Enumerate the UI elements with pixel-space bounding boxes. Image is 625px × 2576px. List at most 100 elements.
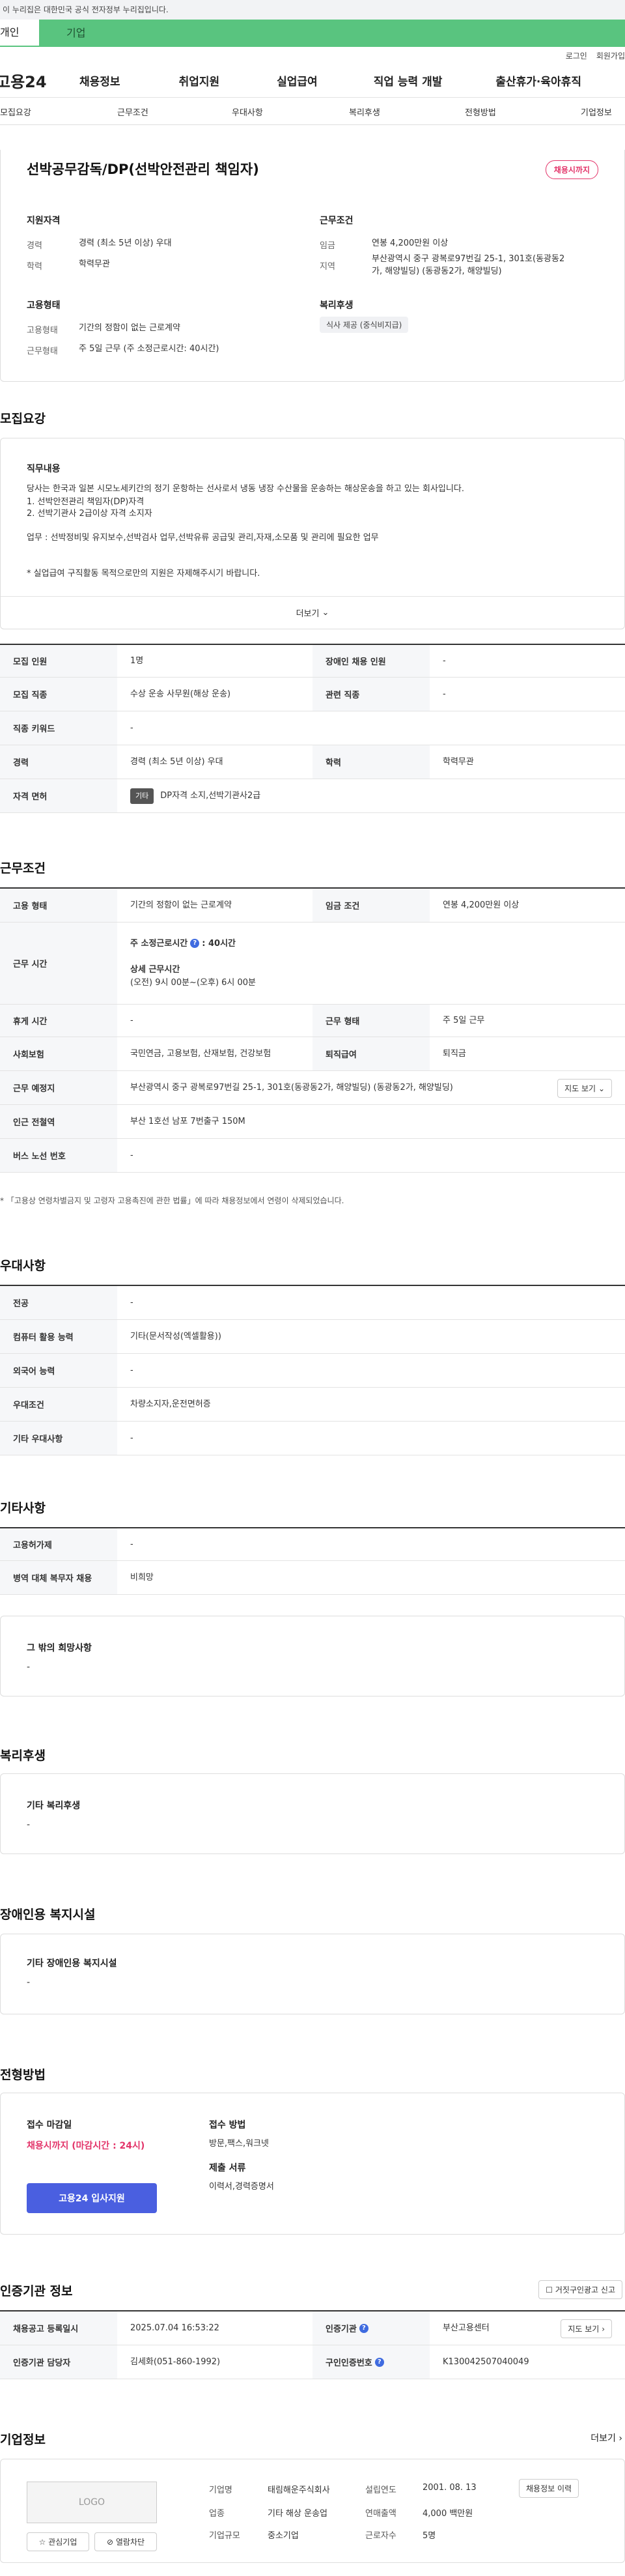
work-type-value: 주 5일 근무 (주 소정근로시간: 40시간) xyxy=(79,344,219,354)
other-wish-title: 그 밖의 희망사항 xyxy=(27,1643,92,1653)
region-label: 지역 xyxy=(320,262,335,272)
th-cert-no: 구인인증번호? xyxy=(312,2345,430,2379)
td-pref-etc: - xyxy=(130,1433,133,1443)
main-nav: 고용24 채용정보 취업지원 실업급여 직업 능력 개발 출산휴가·육아휴직 xyxy=(0,64,625,98)
gnb-item-training[interactable]: 직업 능력 개발 xyxy=(374,72,443,89)
table-row: 병역 대체 복무자 채용 비희망 xyxy=(0,1561,625,1595)
disabled-box-title: 기타 장애인용 복지시설 xyxy=(27,1958,117,1969)
fav-company-button[interactable]: ☆ 관심기업 xyxy=(27,2532,89,2551)
duty-more-button[interactable]: 더보기 ⌄ xyxy=(1,596,624,629)
table-row: 채용공고 등록일시 2025.07.04 16:53:22 인증기관? 부산고용… xyxy=(0,2311,625,2345)
th-subway: 인근 전철역 xyxy=(0,1105,117,1138)
td-license: 기타 DP자격 소지,선박기관사2급 xyxy=(117,779,625,812)
tab-process[interactable]: 전형방법 xyxy=(465,106,496,118)
duty-line-3: 2. 선박기관사 2급이상 자격 소지자 xyxy=(27,509,152,519)
th-job: 모집 직종 xyxy=(0,678,117,711)
table-row: 인근 전철역 부산 1호선 남포 7번출구 150M xyxy=(0,1105,625,1139)
td-job: 수상 운송 사무원(해상 운송) xyxy=(130,689,231,699)
td-insurance: 국민연금, 고용보험, 산재보험, 건강보험 xyxy=(130,1048,271,1059)
td-bus: - xyxy=(130,1150,133,1160)
top-links: 로그인 회원가입 xyxy=(0,47,625,64)
table-row: 경력 경력 (최소 5년 이상) 우대 학력 학력무관 xyxy=(0,745,625,779)
th-insurance: 사회보험 xyxy=(0,1037,117,1070)
tab-pref[interactable]: 우대사항 xyxy=(232,106,263,118)
duty-line-2: 1. 선박안전관리 책임자(DP)자격 xyxy=(27,497,145,507)
table-row: 고용 형태 기간의 정함이 없는 근로계약 임금 조건 연봉 4,200만원 이… xyxy=(0,889,625,923)
th-major: 전공 xyxy=(0,1286,117,1319)
welfare-box-value: - xyxy=(27,1820,31,1830)
company-heading: 기업정보 xyxy=(0,2433,46,2447)
company-logo: LOGO xyxy=(27,2482,157,2523)
login-link[interactable]: 로그인 xyxy=(566,50,587,61)
chevron-down-icon: ⌄ xyxy=(322,608,329,618)
docs-label: 제출 서류 xyxy=(209,2163,246,2173)
info-icon[interactable]: ? xyxy=(359,2323,368,2333)
gnb-item-benefit[interactable]: 실업급여 xyxy=(277,72,318,89)
report-button[interactable]: ☐ 거짓구인광고 신고 xyxy=(538,2280,622,2299)
other-wish-value: - xyxy=(27,1662,31,1672)
table-row: 직종 키워드 - xyxy=(0,711,625,745)
cert-heading: 인증기관 정보 xyxy=(0,2284,73,2298)
th-language: 외국어 능력 xyxy=(0,1354,117,1387)
tab-company[interactable]: 기업정보 xyxy=(581,106,612,118)
co-biz-value: 기타 해상 운송업 xyxy=(268,2509,327,2519)
tab-recruit[interactable]: 모집요강 xyxy=(0,106,31,118)
tab-work[interactable]: 근무조건 xyxy=(117,106,148,118)
work-type-label: 근무형태 xyxy=(27,347,58,356)
td-edu: 학력무관 xyxy=(443,756,474,767)
deadline-value: 채용시까지 (마감시간 : 24시) xyxy=(27,2141,145,2151)
table-row: 고용허가제 - xyxy=(0,1528,625,1561)
td-manager: 김세화(051-860-1992) xyxy=(130,2356,221,2367)
gnb-item-leave[interactable]: 출산휴가·육아휴직 xyxy=(495,72,581,89)
td-eps: - xyxy=(130,1539,133,1549)
th-work-type: 근무 형태 xyxy=(312,1005,430,1037)
docs-value: 이력서,경력증명서 xyxy=(209,2182,274,2192)
method-value: 방문,팩스,워크넷 xyxy=(209,2139,269,2149)
table-row: 컴퓨터 활용 능력 기타(문서작성(엑셀활용)) xyxy=(0,1320,625,1354)
td-cert-no: K130042507040049 xyxy=(443,2356,529,2367)
table-row: 휴게 시간 - 근무 형태 주 5일 근무 xyxy=(0,1005,625,1037)
th-license: 자격 면허 xyxy=(0,779,117,812)
tab-personal[interactable]: 개인 xyxy=(0,20,39,47)
duty-box: 직무내용 당사는 한국과 일본 시모노세키간의 정기 운항하는 선사로서 냉동 … xyxy=(0,438,625,629)
tab-welfare[interactable]: 복리후생 xyxy=(349,106,380,118)
block-view-button[interactable]: ⊘ 열람차단 xyxy=(94,2532,157,2551)
table-row: 모집 직종 수상 운송 사무원(해상 운송) 관련 직종 - xyxy=(0,678,625,711)
pref-table: 전공 - 컴퓨터 활용 능력 기타(문서작성(엑셀활용)) 외국어 능력 - 우대조건… xyxy=(0,1285,625,1455)
co-sales-label: 연매출액 xyxy=(365,2509,396,2519)
info-icon[interactable]: ? xyxy=(374,2357,384,2367)
welfare-chip: 식사 제공 (중식비지급) xyxy=(320,317,409,333)
th-cert-org: 인증기관? xyxy=(312,2311,430,2345)
wage-value: 연봉 4,200만원 이상 xyxy=(372,238,449,248)
star-icon: ☆ xyxy=(38,2538,46,2547)
tab-company[interactable]: 기업 xyxy=(39,20,625,47)
job-summary-card: 선박공무감독/DP(선박안전관리 책임자) 채용시까지 지원자격 경력 경력 (… xyxy=(0,150,625,382)
qual-heading: 지원자격 xyxy=(27,216,61,226)
company-more-label: 더보기 xyxy=(590,2433,616,2444)
th-wage: 임금 조건 xyxy=(312,889,430,922)
cert-map-label: 지도 보기 xyxy=(568,2325,600,2334)
apply-button[interactable]: 고용24 입사지원 xyxy=(27,2183,157,2213)
process-box: 접수 마감일 채용시까지 (마감시간 : 24시) 접수 방법 방문,팩스,워크… xyxy=(0,2093,625,2235)
th-disabled-count: 장애인 채용 인원 xyxy=(312,645,430,677)
td-keyword: - xyxy=(130,723,133,733)
disabled-heading: 장애인용 복지시설 xyxy=(0,1908,96,1922)
th-place: 근무 예정지 xyxy=(0,1071,117,1104)
join-link[interactable]: 회원가입 xyxy=(596,50,625,61)
license-chip: 기타 xyxy=(130,788,154,804)
duty-line-1: 당사는 한국과 일본 시모노세키간의 정기 운항하는 선사로서 냉동 냉장 수산… xyxy=(27,484,464,494)
gnb-item-support[interactable]: 취업지원 xyxy=(179,72,220,89)
user-type-tabs: 개인 기업 xyxy=(0,20,625,47)
info-icon[interactable]: ? xyxy=(190,939,200,948)
site-logo[interactable]: 고용24 xyxy=(0,69,73,92)
td-count: 1명 xyxy=(130,655,144,666)
gnb-item-jobs[interactable]: 채용정보 xyxy=(79,72,120,89)
history-button[interactable]: 채용정보 이력 xyxy=(519,2479,579,2498)
chevron-down-icon: ⌄ xyxy=(598,1084,605,1093)
cert-map-button[interactable]: 지도 보기 › xyxy=(561,2319,612,2338)
company-more-link[interactable]: 더보기 › xyxy=(590,2431,622,2444)
td-related-job: - xyxy=(443,689,446,699)
block-icon: ⊘ xyxy=(106,2538,114,2547)
td-retire: 퇴직금 xyxy=(443,1048,466,1059)
map-button[interactable]: 지도 보기 ⌄ xyxy=(557,1079,612,1098)
